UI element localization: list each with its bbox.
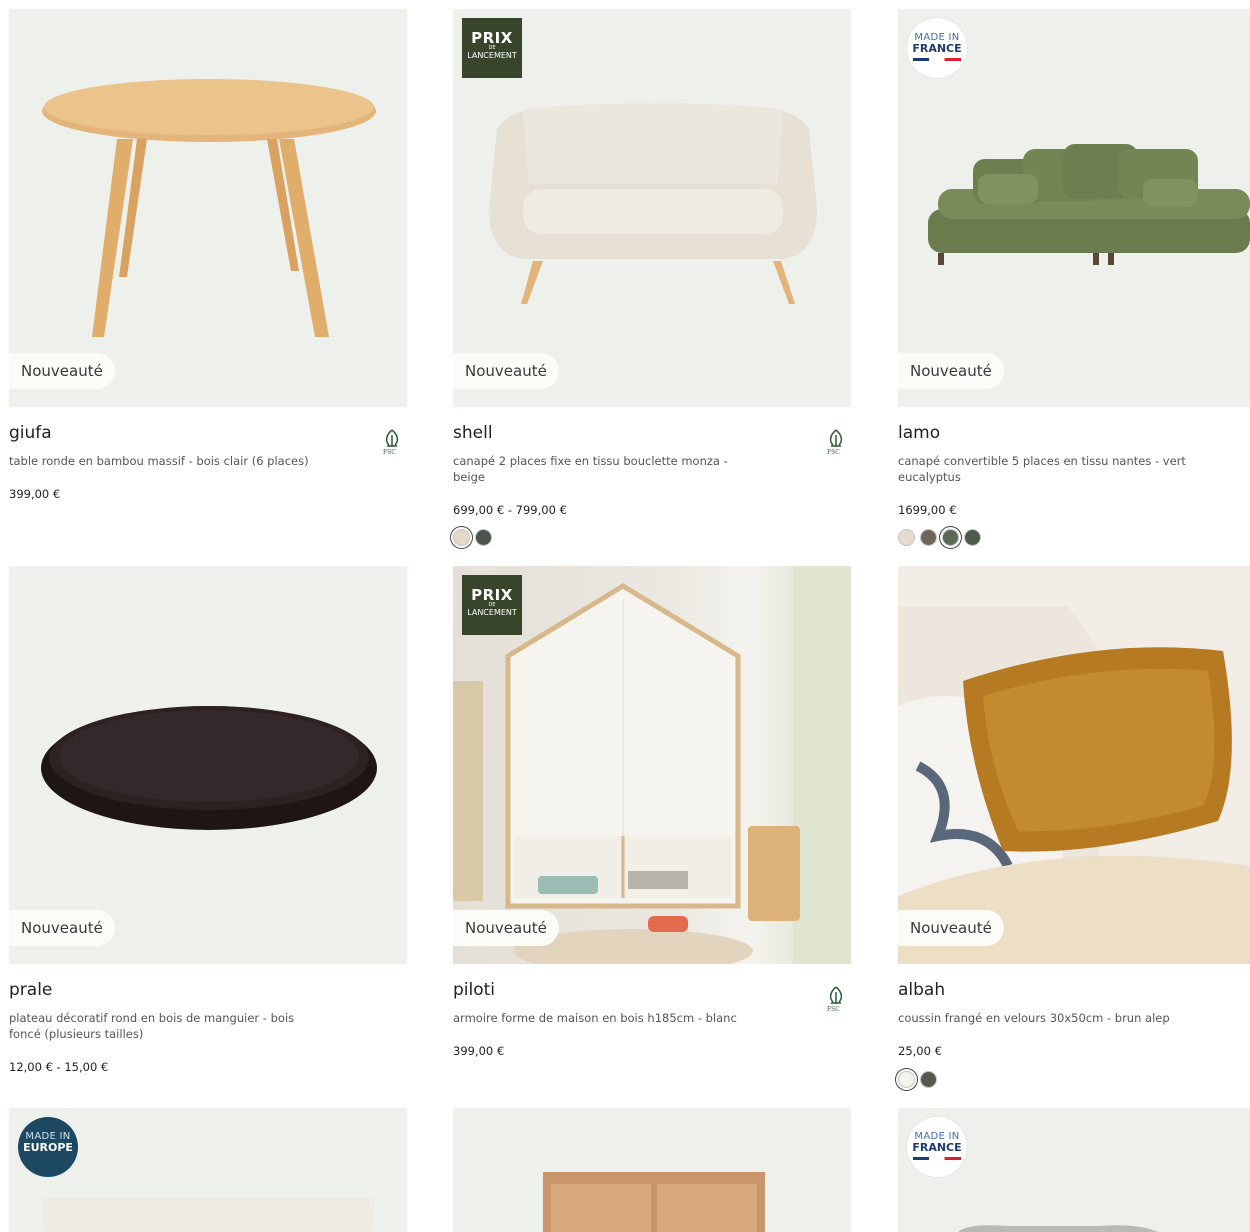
product-description: table ronde en bambou massif - bois clai… (9, 454, 309, 468)
made-in-europe-badge: MADE IN EUROPE (18, 1117, 78, 1177)
color-swatches (453, 529, 492, 546)
fsc-icon: FSC (825, 984, 847, 1016)
table-illustration (42, 79, 376, 337)
color-swatch-eucalyptus[interactable] (942, 529, 959, 546)
color-swatch-beige[interactable] (453, 529, 470, 546)
made-in-france-badge: MADE IN FRANCE (907, 18, 967, 78)
new-badge: Nouveauté (453, 353, 559, 389)
product-name[interactable]: giufa (9, 423, 52, 443)
product-card-albah[interactable]: Nouveauté albah coussin frangé en velour… (898, 566, 1250, 1096)
product-description: armoire forme de maison en bois h185cm -… (453, 1011, 737, 1025)
color-swatch-dark-green[interactable] (964, 529, 981, 546)
color-swatch-white[interactable] (898, 1071, 915, 1088)
product-card-giufa[interactable]: Nouveauté giufa FSC table ronde en bambo… (9, 9, 407, 549)
launch-price-badge: PRIX DE LANCEMENT (462, 575, 522, 635)
new-badge: Nouveauté (9, 910, 115, 946)
product-description: canapé 2 places fixe en tissu bouclette … (453, 454, 728, 484)
product-image-cushion[interactable]: Nouveauté (898, 566, 1250, 964)
product-card-lamo[interactable]: MADE IN FRANCE Nouveauté lamo canapé con… (898, 9, 1250, 549)
new-badge: Nouveauté (898, 353, 1004, 389)
new-badge: Nouveauté (453, 910, 559, 946)
product-card-prale[interactable]: Nouveauté prale plateau décoratif rond e… (9, 566, 407, 1096)
made-in-france-badge: MADE IN FRANCE (907, 1117, 967, 1177)
product-image-wardrobe[interactable]: PRIX DE LANCEMENT Nouveauté (453, 566, 851, 964)
launch-price-badge: PRIX DE LANCEMENT (462, 18, 522, 78)
product-image-tray[interactable]: Nouveauté (9, 566, 407, 964)
product-price: 1699,00 € (898, 503, 957, 517)
product-image-sofa-shell[interactable]: PRIX DE LANCEMENT Nouveauté (453, 9, 851, 407)
new-badge: Nouveauté (898, 910, 1004, 946)
french-flag-stripe (913, 1157, 961, 1160)
color-swatch-taupe[interactable] (920, 529, 937, 546)
product-card-row3-1[interactable]: MADE IN EUROPE (9, 1108, 407, 1232)
product-card-row3-3[interactable]: MADE IN FRANCE (898, 1108, 1250, 1232)
fsc-icon: FSC (825, 427, 847, 459)
color-swatches (898, 529, 981, 546)
color-swatch-dark-grey[interactable] (920, 1071, 937, 1088)
product-image-row3-1[interactable]: MADE IN EUROPE (9, 1108, 407, 1232)
product-price: 699,00 € - 799,00 € (453, 503, 567, 517)
product-name[interactable]: prale (9, 980, 52, 1000)
product-price: 25,00 € (898, 1044, 942, 1058)
wooden-cabinet-illustration (543, 1172, 765, 1232)
cushion-scene-illustration (898, 566, 1250, 964)
product-name[interactable]: shell (453, 423, 493, 443)
product-description: coussin frangé en velours 30x50cm - brun… (898, 1011, 1170, 1025)
product-card-shell[interactable]: PRIX DE LANCEMENT Nouveauté shell FSC ca… (453, 9, 851, 549)
color-swatch-dark-green[interactable] (475, 529, 492, 546)
new-badge: Nouveauté (9, 353, 115, 389)
product-image-row3-2[interactable] (453, 1108, 851, 1232)
product-description: canapé convertible 5 places en tissu nan… (898, 454, 1186, 484)
product-description: plateau décoratif rond en bois de mangui… (9, 1011, 295, 1041)
color-swatches (898, 1071, 937, 1088)
product-price: 12,00 € - 15,00 € (9, 1060, 109, 1074)
product-image-round-table[interactable]: Nouveauté (9, 9, 407, 407)
product-price: 399,00 € (453, 1044, 505, 1058)
tray-illustration (41, 706, 377, 830)
product-name[interactable]: lamo (898, 423, 940, 443)
fsc-icon: FSC (381, 427, 403, 459)
color-swatch-cream[interactable] (898, 529, 915, 546)
french-flag-stripe (913, 58, 961, 61)
product-image-row3-3[interactable]: MADE IN FRANCE (898, 1108, 1250, 1232)
product-card-row3-2[interactable] (453, 1108, 851, 1232)
product-card-piloti[interactable]: PRIX DE LANCEMENT Nouveauté piloti FSC a… (453, 566, 851, 1096)
product-name[interactable]: albah (898, 980, 945, 1000)
product-price: 399,00 € (9, 487, 61, 501)
product-image-sofa-lamo[interactable]: MADE IN FRANCE Nouveauté (898, 9, 1250, 407)
product-name[interactable]: piloti (453, 980, 495, 1000)
